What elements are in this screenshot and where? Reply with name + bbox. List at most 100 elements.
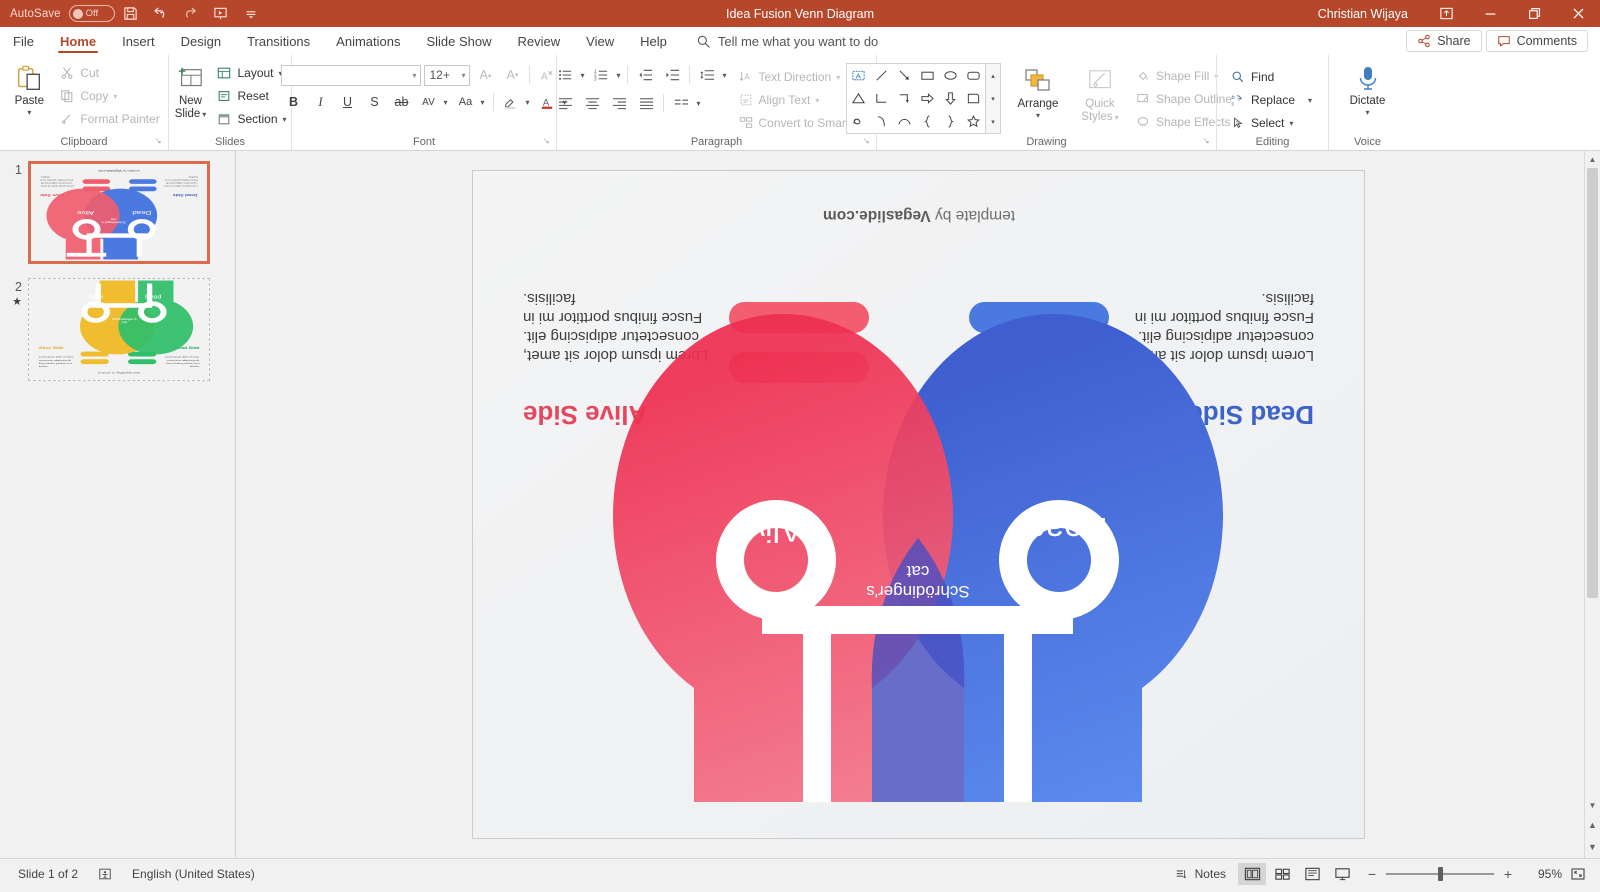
- paragraph-dialog-launcher[interactable]: ⭨: [863, 133, 869, 149]
- fit-slide-to-window-icon[interactable]: [1564, 863, 1592, 885]
- new-slide-button[interactable]: New Slide ▾: [167, 60, 213, 124]
- scroll-down-icon[interactable]: ▼: [1585, 797, 1600, 814]
- slide-thumbnail-pane[interactable]: 1 template by Vegaslide.com Dead Side Al…: [0, 151, 236, 858]
- shape-elbow-arrow-icon[interactable]: [893, 87, 916, 110]
- tab-transitions[interactable]: Transitions: [234, 27, 323, 55]
- slide-sorter-view-icon[interactable]: [1268, 863, 1296, 885]
- zoom-slider[interactable]: [1386, 866, 1494, 881]
- font-dialog-launcher[interactable]: ⭨: [543, 133, 549, 149]
- normal-view-icon[interactable]: [1238, 862, 1266, 885]
- tab-animations[interactable]: Animations: [323, 27, 413, 55]
- chevron-down-icon[interactable]: ▾: [526, 98, 530, 107]
- language-indicator[interactable]: English (United States): [122, 867, 265, 881]
- columns-button[interactable]: [669, 92, 693, 114]
- shapes-gallery-scrollbar[interactable]: ▴ ▾ ▾: [985, 63, 1001, 134]
- zoom-percentage[interactable]: 95%: [1524, 867, 1562, 881]
- justify-button[interactable]: [634, 92, 658, 114]
- slide-editor-area[interactable]: template by Vegaslide.com Dead Side Lore…: [236, 151, 1600, 858]
- character-spacing-button[interactable]: AV: [416, 91, 440, 113]
- shape-right-arrow-icon[interactable]: [916, 87, 939, 110]
- chevron-down-icon[interactable]: ▾: [412, 71, 416, 80]
- next-slide-icon[interactable]: ▼: [1585, 836, 1600, 858]
- text-highlight-color-button[interactable]: [499, 91, 523, 113]
- shape-curve-icon[interactable]: [870, 110, 893, 133]
- text-shadow-button[interactable]: S: [362, 91, 386, 113]
- chevron-down-icon[interactable]: ▾: [113, 92, 117, 101]
- chevron-down-icon[interactable]: ▾: [836, 73, 840, 82]
- font-size-input[interactable]: 12+ ▾: [424, 64, 471, 86]
- chevron-down-icon[interactable]: ▾: [1289, 119, 1293, 128]
- share-button[interactable]: Share: [1406, 30, 1482, 52]
- chevron-down-icon[interactable]: ▾: [722, 71, 726, 80]
- underline-button[interactable]: U: [335, 91, 359, 113]
- tab-file[interactable]: File: [0, 27, 47, 55]
- strikethrough-button[interactable]: ab: [389, 91, 413, 113]
- start-presentation-icon[interactable]: [207, 2, 235, 26]
- cut-button[interactable]: Cut: [56, 62, 165, 84]
- shapes-gallery[interactable]: A: [845, 63, 986, 134]
- tab-review[interactable]: Review: [505, 27, 574, 55]
- tell-me-search[interactable]: Tell me what you want to do: [680, 27, 878, 55]
- thumbnail-slide-1[interactable]: 1 template by Vegaslide.com Dead Side Al…: [0, 161, 235, 278]
- thumbnail-slide-2[interactable]: 2 ★ template by Vegaslide.com Alive Side…: [0, 278, 235, 395]
- save-icon[interactable]: [117, 2, 145, 26]
- shape-arc-icon[interactable]: [893, 110, 916, 133]
- increase-font-size-button[interactable]: A ▴: [473, 64, 497, 86]
- zoom-control[interactable]: − +: [1358, 866, 1522, 882]
- zoom-in-button[interactable]: +: [1502, 866, 1514, 882]
- quick-styles-button[interactable]: Quick Styles ▾: [1075, 63, 1125, 127]
- tab-view[interactable]: View: [573, 27, 627, 55]
- align-center-button[interactable]: [580, 92, 604, 114]
- autosave-toggle[interactable]: Off: [68, 5, 115, 22]
- chevron-down-icon[interactable]: ▾: [443, 98, 447, 107]
- slide-counter[interactable]: Slide 1 of 2: [8, 867, 88, 881]
- chevron-down-icon[interactable]: ▾: [480, 98, 484, 107]
- scroll-up-icon[interactable]: ▲: [1585, 151, 1600, 168]
- shape-right-brace-icon[interactable]: [939, 110, 962, 133]
- align-right-button[interactable]: [607, 92, 631, 114]
- accessibility-checker-button[interactable]: [88, 867, 122, 881]
- scroll-thumb[interactable]: [1587, 168, 1598, 598]
- dictate-button[interactable]: Dictate ▾: [1337, 60, 1399, 120]
- shape-textbox-icon[interactable]: A: [847, 64, 870, 87]
- chevron-down-icon[interactable]: ▾: [27, 109, 31, 117]
- tab-insert[interactable]: Insert: [109, 27, 168, 55]
- shape-left-brace-icon[interactable]: [916, 110, 939, 133]
- change-case-button[interactable]: Aa: [453, 91, 477, 113]
- slide-canvas[interactable]: template by Vegaslide.com Dead Side Lore…: [472, 171, 1364, 838]
- line-spacing-button[interactable]: [695, 64, 719, 86]
- decrease-font-size-button[interactable]: A ▾: [500, 64, 524, 86]
- tab-design[interactable]: Design: [168, 27, 234, 55]
- user-account-name[interactable]: Christian Wijaya: [1318, 7, 1408, 21]
- scroll-track[interactable]: [1585, 168, 1600, 797]
- align-left-button[interactable]: [553, 92, 577, 114]
- chevron-down-icon[interactable]: ▾: [1036, 112, 1040, 120]
- slide-show-icon[interactable]: [1328, 863, 1356, 885]
- shape-flowchart-icon[interactable]: [962, 87, 985, 110]
- shape-star-icon[interactable]: [962, 110, 985, 133]
- undo-icon[interactable]: [147, 2, 175, 26]
- thumbnail-frame[interactable]: template by Vegaslide.com Alive Side Dea…: [28, 278, 210, 381]
- gallery-expand-icon[interactable]: ▾: [985, 110, 1000, 133]
- editor-vertical-scrollbar[interactable]: ▲ ▼ ▲ ▼: [1584, 151, 1600, 858]
- tab-help[interactable]: Help: [627, 27, 680, 55]
- chevron-down-icon[interactable]: ▾: [1308, 96, 1312, 105]
- shape-line-icon[interactable]: [870, 64, 893, 87]
- paste-button[interactable]: Paste ▾: [2, 60, 56, 120]
- close-icon[interactable]: [1556, 0, 1600, 27]
- shape-triangle-icon[interactable]: [847, 87, 870, 110]
- select-button[interactable]: Select ▾: [1227, 112, 1318, 134]
- notes-button[interactable]: Notes: [1165, 867, 1236, 881]
- gallery-scroll-up-icon[interactable]: ▴: [985, 64, 1000, 87]
- chevron-down-icon[interactable]: ▾: [1365, 109, 1369, 117]
- chevron-down-icon[interactable]: ▾: [202, 111, 206, 119]
- minimize-icon[interactable]: [1468, 0, 1512, 27]
- chevron-down-icon[interactable]: ▾: [461, 71, 465, 80]
- chevron-down-icon[interactable]: ▾: [616, 71, 620, 80]
- shape-rectangle-icon[interactable]: [916, 64, 939, 87]
- gallery-scroll-down-icon[interactable]: ▾: [985, 87, 1000, 110]
- chevron-down-icon[interactable]: ▾: [696, 99, 700, 108]
- shape-down-arrow-icon[interactable]: [939, 87, 962, 110]
- tab-slide-show[interactable]: Slide Show: [413, 27, 504, 55]
- increase-indent-button[interactable]: [660, 64, 684, 86]
